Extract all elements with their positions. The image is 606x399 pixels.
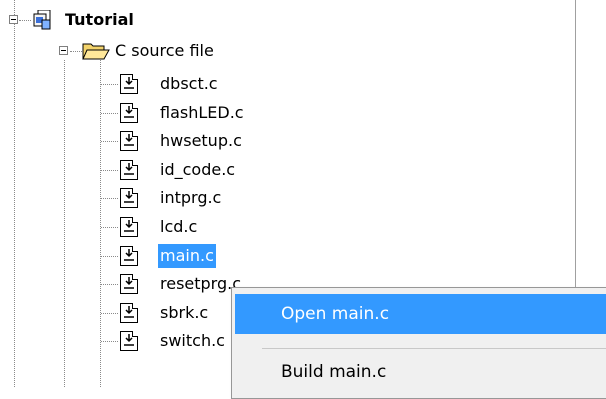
tree-line bbox=[101, 313, 118, 314]
file-item[interactable]: hwsetup.c bbox=[158, 129, 244, 153]
project-icon bbox=[32, 9, 54, 30]
collapse-toggle-icon[interactable] bbox=[59, 46, 68, 55]
file-item[interactable]: lcd.c bbox=[158, 215, 199, 239]
c-source-file-icon bbox=[120, 160, 138, 180]
file-item[interactable]: switch.c bbox=[158, 329, 227, 353]
project-label[interactable]: Tutorial bbox=[63, 8, 136, 32]
tree-line bbox=[101, 141, 118, 142]
tree-line bbox=[101, 341, 118, 342]
tree-line bbox=[14, 0, 15, 387]
c-source-file-icon bbox=[120, 331, 138, 351]
tree-line bbox=[101, 198, 118, 199]
menu-separator bbox=[262, 348, 606, 349]
c-source-file-icon bbox=[120, 131, 138, 151]
tree-line bbox=[101, 84, 118, 85]
tree-line bbox=[101, 227, 118, 228]
c-source-file-icon bbox=[120, 303, 138, 323]
file-item[interactable]: sbrk.c bbox=[158, 301, 210, 325]
file-item[interactable]: dbsct.c bbox=[158, 72, 220, 96]
tree-line bbox=[101, 170, 118, 171]
c-source-file-icon bbox=[120, 274, 138, 294]
tree-line bbox=[101, 113, 118, 114]
tree-line bbox=[101, 256, 118, 257]
tree-line bbox=[19, 20, 31, 21]
c-source-file-icon bbox=[120, 246, 138, 266]
c-source-file-icon bbox=[120, 188, 138, 208]
menu-item-build[interactable]: Build main.c bbox=[235, 352, 606, 392]
c-source-file-icon bbox=[120, 74, 138, 94]
collapse-toggle-icon[interactable] bbox=[9, 15, 18, 24]
c-source-file-icon bbox=[120, 217, 138, 237]
file-item[interactable]: id_code.c bbox=[158, 158, 237, 182]
menu-item-open[interactable]: Open main.c bbox=[235, 294, 606, 334]
folder-open-icon bbox=[82, 40, 110, 62]
context-menu: Open main.c Build main.c bbox=[231, 287, 606, 399]
tree-line bbox=[101, 284, 118, 285]
file-item[interactable]: flashLED.c bbox=[158, 101, 246, 125]
tree-line bbox=[100, 56, 101, 387]
file-item[interactable]: intprg.c bbox=[158, 186, 223, 210]
tree-line bbox=[70, 51, 82, 52]
tree-line bbox=[64, 60, 65, 387]
c-source-file-icon bbox=[120, 103, 138, 123]
folder-label[interactable]: C source file bbox=[113, 39, 216, 63]
file-item[interactable]: main.c bbox=[158, 244, 216, 268]
